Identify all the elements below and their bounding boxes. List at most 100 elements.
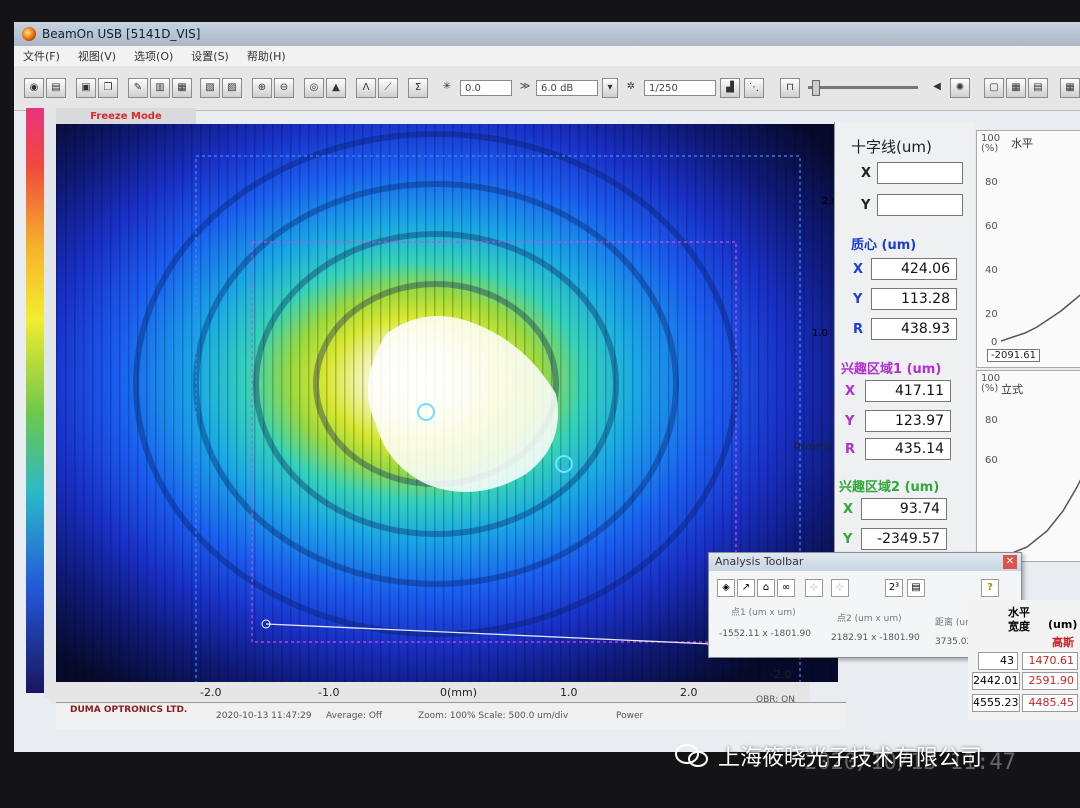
- status-bar: DUMA OPTRONICS LTD. 2020-10-13 11:47:29 …: [56, 695, 846, 729]
- centroid-x-field: 424.06: [871, 258, 957, 280]
- settings-gear-icon[interactable]: ✲: [622, 78, 640, 96]
- v-graph-title: 立式: [1001, 383, 1023, 396]
- roi2-y-label: Y: [843, 532, 853, 547]
- close-icon[interactable]: ✕: [1003, 555, 1017, 569]
- x-tick-neg1: -1.0: [318, 686, 340, 699]
- menu-options[interactable]: 选项(O): [125, 48, 182, 64]
- list-icon[interactable]: ▤: [1028, 78, 1048, 98]
- edit-icon[interactable]: ✎: [128, 78, 148, 98]
- menu-view[interactable]: 视图(V): [69, 48, 125, 64]
- window-titlebar: BeamOn USB [5141D_VIS]: [14, 22, 1080, 46]
- v-profile-curve: [1007, 479, 1080, 556]
- roi1-title: 兴趣区域1 (um): [841, 362, 942, 377]
- gain-select[interactable]: 6.0 dB: [536, 80, 598, 96]
- help-icon[interactable]: ?: [981, 579, 999, 597]
- open-icon[interactable]: ◉: [24, 78, 44, 98]
- roi1-x-label: X: [845, 384, 856, 399]
- fast-forward-icon[interactable]: ≫: [516, 78, 534, 96]
- chart-icon[interactable]: ▦: [172, 78, 192, 98]
- link-icon[interactable]: ∞: [777, 579, 795, 597]
- measure-icon[interactable]: ◈: [717, 579, 735, 597]
- threshold-slider-track[interactable]: [808, 86, 918, 89]
- table-cell: 2591.90: [1022, 672, 1078, 690]
- horizontal-profile-graph: 100 (%) 水平 80 60 40 20 0 -2091.61: [976, 130, 1080, 368]
- zoom-out-icon[interactable]: ⊖: [274, 78, 294, 98]
- x-tick-1: 1.0: [560, 686, 578, 699]
- vertical-profile-graph: 100 (%) 立式 80 60: [976, 370, 1080, 562]
- h-unit: (%): [981, 143, 999, 154]
- roi1-x-field: 417.11: [865, 380, 951, 402]
- centroid-y-label: Y: [853, 292, 863, 307]
- v-tick-80: 80: [985, 415, 998, 426]
- h-readout: -2091.61: [987, 349, 1040, 362]
- v-unit: (%): [981, 383, 999, 394]
- cursor-pair-icon[interactable]: 2³: [885, 579, 903, 597]
- save-icon[interactable]: ▣: [76, 78, 96, 98]
- scale-y-mid: 1.0: [812, 328, 828, 339]
- aperture-icon[interactable]: ⋱: [744, 78, 764, 98]
- layout-icon[interactable]: ▢: [984, 78, 1004, 98]
- statistics-icon[interactable]: Σ: [408, 78, 428, 98]
- h-tick-60: 60: [985, 221, 998, 232]
- line-profile-icon[interactable]: ⟋: [378, 78, 398, 98]
- roi-clear-icon[interactable]: ▨: [222, 78, 242, 98]
- back-arrow-icon[interactable]: ◀: [928, 78, 946, 96]
- centroid-r-label: R: [853, 322, 864, 337]
- app-icon: [22, 27, 36, 41]
- company-watermark: 上海筱晓光子技术有限公司: [718, 746, 983, 771]
- h-tick-40: 40: [985, 265, 998, 276]
- distance-value: 3735.02: [935, 637, 973, 647]
- h-tick-80: 80: [985, 177, 998, 188]
- 3d-view-icon[interactable]: ▲: [326, 78, 346, 98]
- print-icon[interactable]: ▤: [46, 78, 66, 98]
- centroid-y-field: 113.28: [871, 288, 957, 310]
- analysis-toolbar-title[interactable]: Analysis Toolbar: [709, 553, 1021, 571]
- zoom-in-icon[interactable]: ⊕: [252, 78, 272, 98]
- measurement-panel: 十字线(um) X Y 质心 (um) X 424.06 Y 113.28 R …: [834, 122, 975, 562]
- y-tick-neg2: -2.0: [770, 668, 792, 681]
- copy-icon[interactable]: ❐: [98, 78, 118, 98]
- point1-value: -1552.11 x -1801.90: [719, 629, 811, 639]
- crosshair-y-field[interactable]: [877, 194, 963, 216]
- shutter-select[interactable]: 1/250: [644, 80, 716, 96]
- h-tick-0: 0: [991, 337, 998, 348]
- table-cell: 4555.23: [972, 694, 1020, 712]
- table-cell: 2442.01: [972, 672, 1020, 690]
- copy-results-icon[interactable]: ▤: [907, 579, 925, 597]
- exposure-field[interactable]: 0.0: [460, 80, 512, 96]
- lock-icon[interactable]: ⌂: [757, 579, 775, 597]
- table-cell: 43: [978, 652, 1018, 670]
- pulse-icon[interactable]: ⊓: [780, 78, 800, 98]
- sparkle-icon[interactable]: ✳: [438, 78, 456, 96]
- pointer-icon[interactable]: ↗: [737, 579, 755, 597]
- profile-icon[interactable]: Λ: [356, 78, 376, 98]
- report-icon[interactable]: ▥: [150, 78, 170, 98]
- v-tick-60: 60: [985, 455, 998, 466]
- grid-icon[interactable]: ▦: [1006, 78, 1026, 98]
- status-timestamp: 2020-10-13 11:47:29: [216, 711, 312, 721]
- status-power: Power: [616, 711, 644, 721]
- disabled-tool-icon[interactable]: ⊹: [831, 579, 849, 597]
- point1-label: 点1 (um x um): [731, 608, 796, 618]
- roi1-y-label: Y: [845, 414, 855, 429]
- menu-settings[interactable]: 设置(S): [182, 48, 238, 64]
- crosshair-y-label: Y: [861, 198, 871, 213]
- point2-label: 点2 (um x um): [837, 614, 902, 624]
- level-icon[interactable]: ▟: [720, 78, 740, 98]
- crosshair-x-field[interactable]: [877, 162, 963, 184]
- table-icon[interactable]: ▦: [1060, 78, 1080, 98]
- threshold-slider-knob[interactable]: [812, 80, 820, 96]
- contour-icon[interactable]: ◎: [304, 78, 324, 98]
- centroid-x-label: X: [853, 262, 864, 277]
- table-header-gauss: 高斯: [1052, 636, 1074, 649]
- target-icon[interactable]: ✺: [950, 78, 970, 98]
- monitor-screen: BeamOn USB [5141D_VIS] 文件(F) 视图(V) 选项(O)…: [14, 22, 1080, 752]
- menu-help[interactable]: 帮助(H): [238, 48, 295, 64]
- roi-select-icon[interactable]: ▧: [200, 78, 220, 98]
- point2-value: 2182.91 x -1801.90: [831, 633, 920, 643]
- x-tick-neg2: -2.0: [200, 686, 222, 699]
- menu-file[interactable]: 文件(F): [14, 48, 69, 64]
- disabled-tool-icon[interactable]: ⊹: [805, 579, 823, 597]
- gain-dropdown-icon[interactable]: ▾: [602, 78, 618, 98]
- table-header-width: 宽度: [1008, 620, 1030, 633]
